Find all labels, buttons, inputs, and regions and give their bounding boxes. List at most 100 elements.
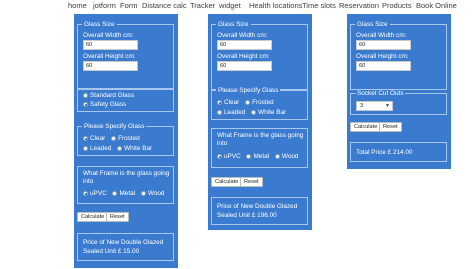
radio-label: Leaded xyxy=(224,109,246,116)
radio-label: White Bar xyxy=(124,145,153,152)
radio-standard-glass[interactable]: Standard Glass xyxy=(83,92,134,100)
socket-label: Socket Cut Outs xyxy=(356,90,405,98)
nav-link-tracker[interactable]: Tracker xyxy=(190,1,215,10)
height-label: Overall Height cm: xyxy=(217,53,270,60)
frame-question: What Frame is the glass going into xyxy=(83,170,170,185)
radio-icon[interactable] xyxy=(217,100,222,105)
radio-icon[interactable] xyxy=(274,154,280,159)
result-line-2: Sealed Unit £ 15.00 xyxy=(83,248,140,255)
height-input[interactable]: 60 xyxy=(356,61,411,71)
radio-icon[interactable] xyxy=(140,191,146,196)
socket-cutouts-select[interactable]: 3 ▼ xyxy=(356,101,393,111)
reset-button[interactable]: Reset xyxy=(240,177,263,187)
radio-icon[interactable] xyxy=(217,154,222,159)
radio-wood[interactable]: Wood xyxy=(274,153,299,161)
radio-label: Clear xyxy=(90,135,106,142)
radio-label: Leaded xyxy=(90,145,112,152)
radio-label: White Bar xyxy=(258,109,287,116)
specify-glass-fieldset: Please Specify Glass Clear Frosted Leade… xyxy=(77,122,174,156)
width-label: Overall Width cm: xyxy=(83,32,134,39)
radio-label: Metal xyxy=(253,153,270,160)
glass-size-legend: Glass Size xyxy=(82,20,117,29)
radio-leaded[interactable]: Leaded xyxy=(217,109,245,117)
socket-selected-value: 3 xyxy=(360,103,364,109)
radio-icon[interactable] xyxy=(83,146,88,151)
radio-icon[interactable] xyxy=(83,136,88,141)
radio-wood[interactable]: Wood xyxy=(140,190,165,198)
radio-icon[interactable] xyxy=(251,110,257,115)
socket-cutouts-fieldset: Socket Cut Outs 3 ▼ xyxy=(350,90,447,115)
nav-link-distance-calc[interactable]: Distance calc xyxy=(142,1,187,10)
width-input[interactable]: 60 xyxy=(356,40,411,50)
radio-label: Frosted xyxy=(118,135,140,142)
width-label: Overall Width cm: xyxy=(356,32,407,39)
nav-link-form[interactable]: Form xyxy=(120,1,138,10)
specify-row-2: Leaded White Bar xyxy=(83,145,156,153)
width-input[interactable]: 60 xyxy=(217,40,272,50)
nav-link-jotform[interactable]: jotform xyxy=(93,1,116,10)
radio-icon[interactable] xyxy=(83,102,88,107)
nav-link-health-locations[interactable]: Health locations xyxy=(249,1,302,10)
height-label: Overall Height cm: xyxy=(356,53,409,60)
glass-size-fieldset: Glass Size Overall Width cm: 60 Overall … xyxy=(211,20,308,90)
radio-upvc[interactable]: uPVC xyxy=(217,153,241,161)
width-label: Overall Width cm: xyxy=(217,32,268,39)
radio-white-bar[interactable]: White Bar xyxy=(117,145,152,153)
width-input[interactable]: 60 xyxy=(83,40,138,50)
radio-safety-glass[interactable]: Safety Glass xyxy=(83,101,126,109)
glass-form-panel-1: Glass Size Overall Width cm: 60 Overall … xyxy=(74,14,178,268)
radio-label: Frosted xyxy=(252,99,274,106)
radio-clear[interactable]: Clear xyxy=(217,99,239,107)
result-line-1: Price of New Double Glazed xyxy=(217,203,298,210)
radio-icon[interactable] xyxy=(217,110,222,115)
reset-button[interactable]: Reset xyxy=(106,212,129,222)
total-price: Total Price £ 214.00 xyxy=(356,149,413,156)
calculate-button[interactable]: Calculate xyxy=(211,177,243,187)
specify-row-1: Clear Frosted xyxy=(217,99,278,107)
nav-link-widget[interactable]: widget xyxy=(219,1,241,10)
specify-glass-fieldset: Please Specify Glass Clear Frosted Leade… xyxy=(211,86,308,120)
radio-icon[interactable] xyxy=(246,154,252,159)
radio-icon[interactable] xyxy=(245,100,251,105)
radio-icon[interactable] xyxy=(83,93,88,98)
glass-size-fieldset: Glass Size Overall Width cm: 60 Overall … xyxy=(77,20,174,90)
nav-link-home[interactable]: home xyxy=(68,1,87,10)
frame-fieldset: What Frame is the glass going into uPVC … xyxy=(77,166,174,204)
nav-link-products[interactable]: Products xyxy=(382,1,412,10)
radio-icon[interactable] xyxy=(112,191,118,196)
nav-link-time-slots[interactable]: Time slots xyxy=(302,1,336,10)
chevron-down-icon: ▼ xyxy=(385,103,390,109)
nav-link-reservation[interactable]: Reservation xyxy=(339,1,379,10)
calculate-button[interactable]: Calculate xyxy=(350,122,382,132)
calculate-button[interactable]: Calculate xyxy=(77,212,109,222)
radio-icon[interactable] xyxy=(83,191,88,196)
radio-upvc[interactable]: uPVC xyxy=(83,190,107,198)
radio-frosted[interactable]: Frosted xyxy=(111,135,140,143)
height-input[interactable]: 60 xyxy=(83,61,138,71)
top-nav: home jotform Form Distance calc Tracker … xyxy=(0,0,474,12)
radio-label: uPVC xyxy=(90,190,107,197)
radio-label: Wood xyxy=(281,153,299,160)
height-input[interactable]: 60 xyxy=(217,61,272,71)
nav-link-book-online[interactable]: Book Online xyxy=(416,1,457,10)
specify-row-1: Clear Frosted xyxy=(83,135,144,143)
reset-button[interactable]: Reset xyxy=(379,122,402,132)
radio-icon[interactable] xyxy=(117,146,123,151)
frame-options: uPVC Metal Wood xyxy=(217,153,303,161)
radio-label: Metal xyxy=(119,190,136,197)
radio-label: uPVC xyxy=(224,153,241,160)
radio-white-bar[interactable]: White Bar xyxy=(251,109,286,117)
radio-frosted[interactable]: Frosted xyxy=(245,99,274,107)
frame-question: What Frame is the glass going into xyxy=(217,132,304,147)
radio-clear[interactable]: Clear xyxy=(83,135,105,143)
radio-leaded[interactable]: Leaded xyxy=(83,145,111,153)
radio-metal[interactable]: Metal xyxy=(112,190,135,198)
result-box: Price of New Double Glazed Sealed Unit £… xyxy=(211,197,308,225)
radio-metal[interactable]: Metal xyxy=(246,153,269,161)
radio-label: Clear xyxy=(224,99,240,106)
radio-icon[interactable] xyxy=(111,136,117,141)
height-label: Overall Height cm: xyxy=(83,53,136,60)
glass-type-fieldset: Standard Glass Safety Glass xyxy=(77,88,174,112)
radio-label: Safety Glass xyxy=(90,101,127,108)
glass-size-legend: Glass Size xyxy=(355,20,390,29)
